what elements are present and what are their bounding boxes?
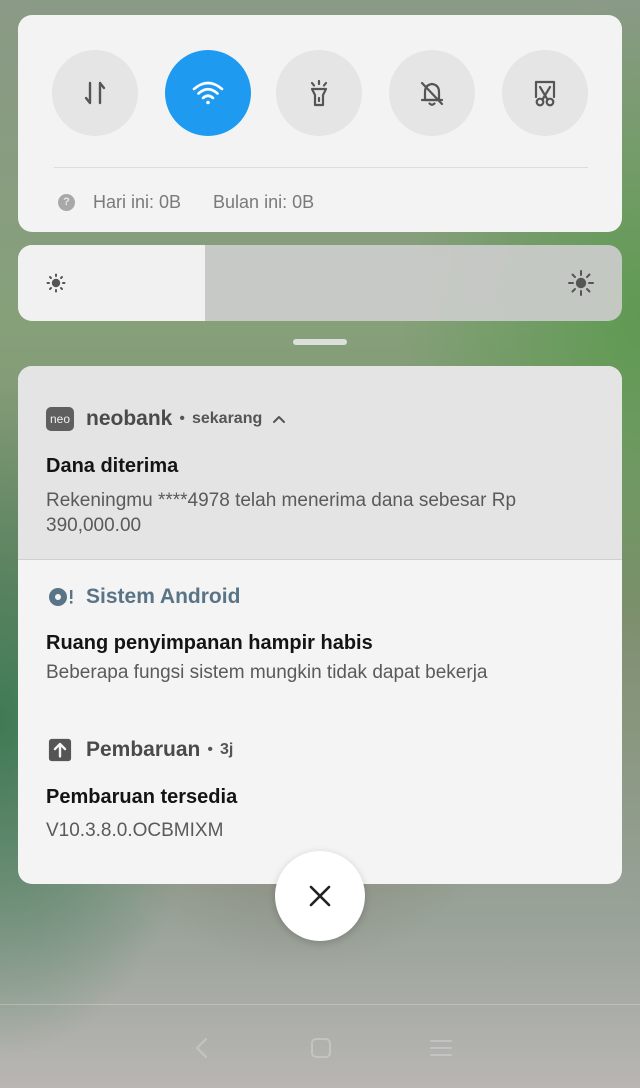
quick-settings-panel: ? Hari ini: 0B Bulan ini: 0B: [18, 15, 622, 232]
wifi-toggle[interactable]: [165, 50, 251, 136]
wifi-icon: [192, 81, 224, 105]
notification-panel: neo neobank • sekarang Dana diterima Rek…: [18, 366, 622, 884]
home-icon: [311, 1038, 331, 1058]
notification-neobank[interactable]: neo neobank • sekarang Dana diterima Rek…: [18, 366, 622, 560]
menu-button[interactable]: [426, 1033, 456, 1063]
scissors-icon: [534, 80, 556, 107]
notification-body: Beberapa fungsi sistem mungkin tidak dap…: [46, 662, 488, 683]
mute-toggle[interactable]: [389, 50, 475, 136]
drag-handle[interactable]: [293, 339, 347, 345]
notification-header: Pembaruan • 3j: [46, 735, 233, 765]
data-usage-month: Bulan ini: 0B: [213, 191, 315, 212]
notification-time: sekarang: [191, 410, 263, 427]
info-icon: ?: [58, 193, 75, 211]
app-name: neobank: [86, 407, 173, 430]
notification-android-system[interactable]: Sistem Android Ruang penyimpanan hampir …: [18, 560, 622, 716]
data-usage-row[interactable]: ? Hari ini: 0B Bulan ini: 0B: [58, 189, 314, 215]
neobank-app-icon: neo: [46, 406, 74, 432]
update-arrow-icon: [46, 737, 74, 763]
brightness-high-icon: [568, 270, 594, 296]
chevron-up-icon[interactable]: [272, 414, 286, 424]
separator-dot: •: [207, 741, 213, 758]
notification-title: Pembaruan tersedia: [46, 786, 238, 808]
back-button[interactable]: [187, 1033, 217, 1063]
app-name: Pembaruan: [86, 738, 201, 761]
close-icon: [309, 885, 331, 907]
home-button[interactable]: [306, 1033, 336, 1063]
notification-time: 3j: [219, 741, 234, 758]
notification-body: V10.3.8.0.OCBMIXM: [46, 820, 224, 841]
screenshot-toggle[interactable]: [502, 50, 588, 136]
notification-title: Dana diterima: [46, 455, 179, 477]
separator-dot: •: [179, 410, 185, 427]
flashlight-toggle[interactable]: [276, 50, 362, 136]
notification-body: Rekeningmu ****4978 telah menerima dana …: [46, 490, 517, 536]
clear-all-button[interactable]: [275, 851, 365, 941]
notification-header: Sistem Android: [46, 582, 240, 612]
brightness-low-icon: [46, 273, 66, 293]
divider: [54, 167, 588, 168]
bell-off-icon: [420, 81, 444, 106]
mobile-data-icon: [84, 81, 106, 105]
navigation-bar: [0, 1004, 640, 1088]
mobile-data-toggle[interactable]: [52, 50, 138, 136]
data-usage-today: Hari ini: 0B: [93, 191, 182, 212]
app-name: Sistem Android: [86, 585, 241, 608]
flashlight-icon: [310, 79, 328, 107]
brightness-slider[interactable]: [18, 245, 622, 321]
storage-warning-icon: [46, 584, 74, 610]
back-icon: [196, 1038, 207, 1058]
notification-header: neo neobank • sekarang: [46, 404, 286, 434]
notification-title: Ruang penyimpanan hampir habis: [46, 632, 373, 654]
menu-icon: [430, 1040, 452, 1056]
